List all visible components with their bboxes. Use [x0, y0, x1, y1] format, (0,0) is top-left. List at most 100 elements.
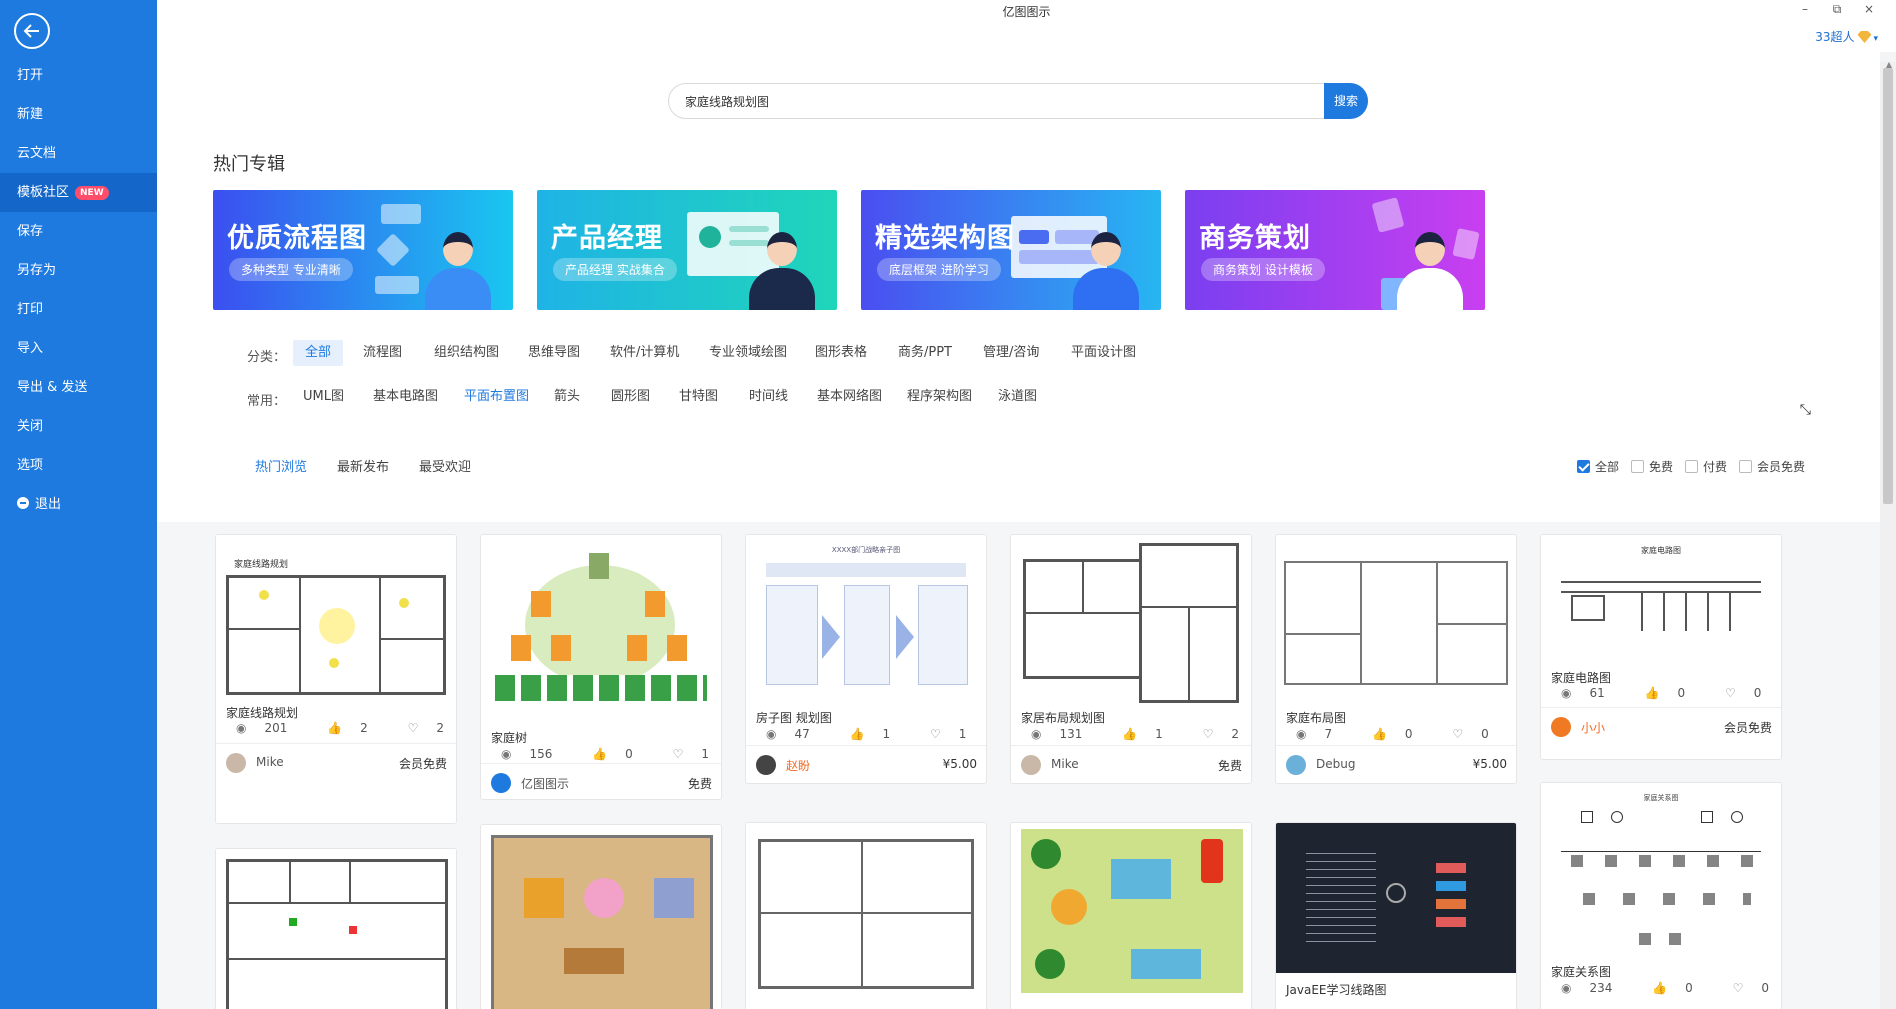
category-chip-flowchart[interactable]: 流程图: [351, 340, 414, 366]
tab-most-popular[interactable]: 最受欢迎: [419, 456, 471, 475]
common-chip-swimlane[interactable]: 泳道图: [986, 384, 1049, 410]
search-input[interactable]: [685, 84, 1285, 118]
edraw-logo-icon[interactable]: [491, 773, 511, 793]
expand-icon[interactable]: ⤡: [1800, 402, 1811, 418]
common-chip-arrow[interactable]: 箭头: [542, 384, 592, 410]
like-count: 0: [1404, 727, 1413, 741]
price-filter-member-free[interactable]: 会员免费: [1739, 458, 1805, 475]
price-filter-free[interactable]: 免费: [1631, 458, 1673, 475]
user-name: 33超人: [1815, 30, 1855, 44]
tree-shape: [1035, 949, 1065, 979]
new-badge: NEW: [75, 185, 109, 200]
sidebar-item-template-community[interactable]: 模板社区 NEW: [0, 173, 157, 212]
thumbnail-caption: XXXX部门战略亲子图: [831, 546, 901, 554]
common-chip-timeline[interactable]: 时间线: [737, 384, 800, 410]
restore-button[interactable]: ⧉: [1828, 2, 1846, 17]
template-card[interactable]: 家庭布局图 ◉ 7 👍 0 ♡ 0 Debug ¥5.00: [1275, 534, 1517, 784]
common-chip-gantt[interactable]: 甘特图: [667, 384, 730, 410]
common-chip-circle[interactable]: 圆形图: [599, 384, 662, 410]
search-button[interactable]: 搜索: [1324, 83, 1368, 119]
eye-icon: ◉: [1561, 686, 1572, 700]
category-chip-business-ppt[interactable]: 商务/PPT: [886, 340, 964, 366]
price-label: 免费: [1217, 759, 1242, 773]
category-chip-software[interactable]: 软件/计算机: [598, 340, 691, 366]
sidebar-item-new[interactable]: 新建: [0, 95, 157, 134]
node-box: [1436, 899, 1466, 909]
author-name[interactable]: 小小: [1581, 719, 1605, 736]
template-card[interactable]: JavaEE学习线路图: [1275, 822, 1517, 1009]
favorite-count: 0: [1761, 981, 1770, 995]
checkbox-checked-icon: [1577, 460, 1590, 473]
author-name[interactable]: Debug: [1316, 757, 1355, 771]
card-title: 家庭电路图: [1551, 671, 1612, 685]
portrait-icon: [667, 635, 687, 661]
banner-product-manager[interactable]: 产品经理 产品经理 实战集合: [537, 190, 837, 310]
author-name[interactable]: Mike: [256, 755, 284, 769]
sidebar-item-print[interactable]: 打印: [0, 290, 157, 329]
category-chip-all[interactable]: 全部: [293, 340, 344, 366]
template-thumbnail: [1276, 823, 1516, 973]
minimize-button[interactable]: –: [1796, 2, 1814, 16]
sidebar-item-save-as[interactable]: 另存为: [0, 251, 157, 290]
template-card[interactable]: 家庭树 ◉ 156 👍 0 ♡ 1 亿图图示 免费: [480, 534, 722, 800]
author-name[interactable]: 赵盼: [786, 757, 810, 774]
common-chip-uml[interactable]: UML图: [291, 384, 356, 410]
avatar[interactable]: [1021, 755, 1041, 775]
author-name[interactable]: 亿图图示: [521, 775, 569, 792]
banner-architecture[interactable]: 精选架构图 底层框架 进阶学习: [861, 190, 1161, 310]
common-chip-basic-circuit[interactable]: 基本电路图: [361, 384, 450, 410]
common-chip-network[interactable]: 基本网络图: [805, 384, 894, 410]
common-chip-program-architecture[interactable]: 程序架构图: [895, 384, 984, 410]
template-card[interactable]: 家居布局规划图 ◉ 131 👍 1 ♡ 2 Mike 免费: [1010, 534, 1252, 784]
sidebar-item-cloud-docs[interactable]: 云文档: [0, 134, 157, 173]
template-card[interactable]: [480, 824, 722, 1009]
category-filter-row: 分类： 全部 流程图 组织结构图 思维导图 软件/计算机 专业领域绘图 图形表格…: [213, 340, 1823, 370]
process-block: [766, 585, 818, 685]
sidebar-item-exit[interactable]: 退出: [0, 485, 157, 524]
sidebar-item-options[interactable]: 选项: [0, 446, 157, 485]
template-thumbnail: [1011, 535, 1251, 705]
sidebar-item-open[interactable]: 打开: [0, 56, 157, 95]
category-chip-professional[interactable]: 专业领域绘图: [697, 340, 799, 366]
template-card[interactable]: [1010, 822, 1252, 1009]
sidebar-item-save[interactable]: 保存: [0, 212, 157, 251]
author-name[interactable]: Mike: [1051, 757, 1079, 771]
template-thumbnail: XXXX部门战略亲子图: [746, 535, 986, 705]
sidebar-item-export-send[interactable]: 导出 & 发送: [0, 368, 157, 407]
back-button[interactable]: [14, 13, 50, 49]
category-chip-graphic-design[interactable]: 平面设计图: [1059, 340, 1148, 366]
banner-business-plan[interactable]: 商务策划 商务策划 设计模板: [1185, 190, 1485, 310]
common-chip-floor-plan[interactable]: 平面布置图: [452, 384, 541, 410]
node-box: [1436, 881, 1466, 891]
avatar[interactable]: [226, 753, 246, 773]
category-chip-graphic-table[interactable]: 图形表格: [803, 340, 879, 366]
female-symbol: [1611, 811, 1623, 823]
banner-flowchart[interactable]: 优质流程图 多种类型 专业清晰: [213, 190, 513, 310]
template-card[interactable]: [745, 822, 987, 1009]
avatar[interactable]: [1286, 755, 1306, 775]
close-button[interactable]: ×: [1860, 2, 1878, 16]
price-filter-paid[interactable]: 付费: [1685, 458, 1727, 475]
sidebar-item-close[interactable]: 关闭: [0, 407, 157, 446]
template-card[interactable]: [215, 848, 457, 1009]
tab-latest[interactable]: 最新发布: [337, 456, 389, 475]
price-label: 会员免费: [1723, 721, 1772, 735]
favorite-count: 0: [1753, 686, 1762, 700]
user-menu[interactable]: 33超人 ▾: [1815, 28, 1878, 45]
scrollbar-thumb[interactable]: [1883, 68, 1893, 504]
sidebar-item-label: 关闭: [17, 419, 44, 434]
category-chip-mind-map[interactable]: 思维导图: [516, 340, 592, 366]
sidebar-item-import[interactable]: 导入: [0, 329, 157, 368]
template-card[interactable]: 家庭电路图 家庭电路图 ◉ 61 👍 0 ♡ 0 小小 会员免费: [1540, 534, 1782, 760]
avatar[interactable]: [756, 755, 776, 775]
category-chip-management[interactable]: 管理/咨询: [971, 340, 1051, 366]
template-card[interactable]: XXXX部门战略亲子图 房子图 规划图 ◉ 47 👍 1 ♡ 1 赵盼 ¥5.00: [745, 534, 987, 784]
avatar[interactable]: [1551, 717, 1571, 737]
common-label: 常用：: [247, 394, 287, 409]
price-filter-all[interactable]: 全部: [1577, 458, 1619, 475]
tab-hot-views[interactable]: 热门浏览: [255, 456, 307, 475]
category-chip-org-chart[interactable]: 组织结构图: [422, 340, 511, 366]
template-card[interactable]: 家庭关系图 家庭关系图 ◉ 234 👍 0 ♡ 0: [1540, 782, 1782, 1009]
thumbs-up-icon: 👍: [592, 747, 608, 761]
template-card[interactable]: 家庭线路规划 家庭线路规划 ◉ 201 👍 2 ♡ 2 Mike 会员免费: [215, 534, 457, 824]
